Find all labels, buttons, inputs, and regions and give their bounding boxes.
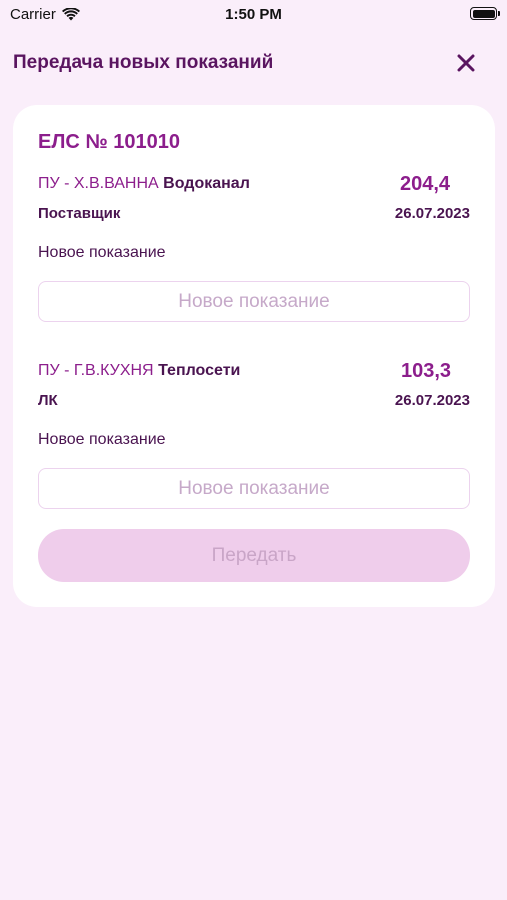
submit-button[interactable]: Передать <box>38 529 470 582</box>
meter-date: 26.07.2023 <box>394 392 470 409</box>
meter-name: ПУ - Г.В.КУХНЯ Теплосети <box>38 362 240 380</box>
new-reading-input[interactable] <box>38 281 470 322</box>
meter-value: 204,4 <box>400 173 451 195</box>
page-title: Передача новых показаний <box>13 52 274 73</box>
status-right <box>470 7 500 20</box>
meter-code: ПУ - Х.В.ВАННА <box>38 175 159 192</box>
battery-icon <box>470 7 500 20</box>
header: Передача новых показаний <box>0 46 507 80</box>
meter-source: Поставщик <box>38 205 121 222</box>
status-time: 1:50 PM <box>225 6 282 23</box>
new-reading-input[interactable] <box>38 468 470 509</box>
new-reading-label: Новое показание <box>38 431 166 448</box>
close-icon <box>457 54 475 72</box>
meter-value: 103,3 <box>401 360 452 382</box>
meters-card: ЕЛС № 101010 ПУ - Х.В.ВАННА Водоканал 20… <box>13 105 495 607</box>
status-bar: Carrier 1:50 PM <box>0 0 507 28</box>
account-number: ЕЛС № 101010 <box>38 131 180 153</box>
meter-code: ПУ - Г.В.КУХНЯ <box>38 362 154 379</box>
meter-org: Водоканал <box>163 175 250 192</box>
close-button[interactable] <box>453 50 479 76</box>
meter-source: ЛК <box>38 392 58 409</box>
meter-org: Теплосети <box>158 362 241 379</box>
new-reading-label: Новое показание <box>38 244 166 261</box>
meter-date: 26.07.2023 <box>394 205 470 222</box>
meter-name: ПУ - Х.В.ВАННА Водоканал <box>38 175 250 193</box>
